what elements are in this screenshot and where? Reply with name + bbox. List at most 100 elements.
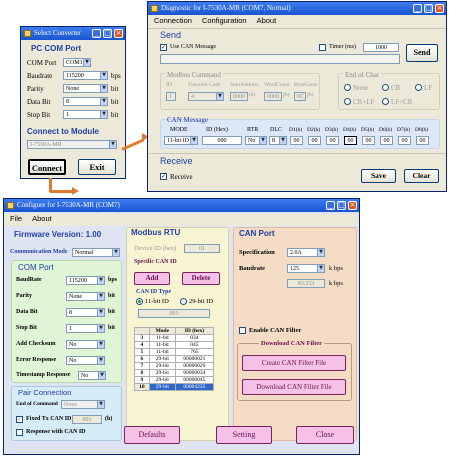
custom-baudrate-unit: k bps (329, 280, 343, 287)
timestamp-response-select[interactable]: No ▼ (78, 371, 106, 380)
modbus-start-hex: (h) (249, 92, 256, 98)
can-d5-input[interactable]: 00 (362, 136, 375, 145)
cfg-data-bit-select[interactable]: 8 ▼ (66, 308, 105, 317)
menu-configuration[interactable]: Configuration (202, 16, 247, 25)
diagnostic-window: Diagnostic for I-7530A-MR (COM7, Normal)… (147, 1, 447, 192)
minimize-icon[interactable]: _ (92, 29, 101, 38)
can-id-table[interactable]: Mode ID (hex) 3 11-bit 034 4 11-bit 045 5 11-… (134, 327, 215, 391)
cfg-stop-bit-select[interactable]: 1 ▼ (66, 324, 105, 333)
mode-header: Mode (148, 327, 176, 335)
chevron-down-icon: ▼ (190, 137, 197, 144)
can-d4-input[interactable]: 00 (344, 136, 357, 145)
eoc-lf-radio (415, 84, 422, 91)
row-number-header (134, 327, 150, 335)
save-button[interactable]: Save (361, 169, 396, 183)
maximize-icon[interactable]: □ (103, 29, 112, 38)
error-response-select[interactable]: No ▼ (66, 356, 105, 365)
defaults-button[interactable]: Defaults (124, 426, 180, 444)
baudrate-unit: bps (111, 72, 121, 80)
table-row[interactable]: 5 11-bit 765 (134, 348, 215, 356)
minimize-icon[interactable]: _ (326, 201, 335, 210)
modbus-wc-input: 0000 (264, 92, 282, 101)
table-row[interactable]: 8 29-bit 00000034 (134, 369, 215, 377)
send-button[interactable]: Send (406, 44, 438, 62)
clear-button[interactable]: Clear (404, 169, 439, 183)
enable-can-filter-checkbox[interactable] (239, 327, 246, 334)
modbus-wc-header: WordCount (264, 82, 290, 88)
connect-button[interactable]: Connect (28, 159, 66, 175)
maximize-icon[interactable]: □ (424, 4, 433, 13)
close-button[interactable]: Close (296, 426, 354, 444)
modbus-fc-select: 4 ▼ (188, 92, 224, 101)
create-can-filter-file-button[interactable]: Create CAN Filter File (242, 355, 346, 371)
use-can-message-checkbox[interactable]: ✓ (160, 44, 167, 51)
can-d6-input[interactable]: 00 (380, 136, 393, 145)
close-icon[interactable]: × (435, 4, 444, 13)
module-select[interactable]: I-7530A-MR ▼ (27, 140, 117, 149)
cfg-baudrate-select[interactable]: 115200 ▼ (66, 276, 105, 285)
cfg-parity-select[interactable]: None ▼ (66, 292, 105, 301)
add-button[interactable]: Add (134, 272, 170, 285)
chevron-down-icon: ▼ (97, 341, 104, 348)
29-bit-id-radio[interactable] (180, 298, 187, 305)
data-bit-unit: bit (111, 98, 119, 106)
menu-connection[interactable]: Connection (154, 16, 192, 25)
stop-bit-label: Stop Bit (27, 111, 51, 119)
can-d5-header: D5(h) (361, 127, 375, 133)
add-checksum-label: Add Checksum (16, 341, 56, 347)
data-bit-select[interactable]: 8 ▼ (63, 97, 108, 106)
menu-about[interactable]: About (32, 214, 52, 223)
close-icon[interactable]: × (348, 201, 357, 210)
table-row[interactable]: 4 11-bit 045 (134, 341, 215, 349)
stop-bit-select[interactable]: 1 ▼ (63, 110, 108, 119)
com-port-select[interactable]: COM1 ▼ (63, 58, 91, 67)
can-d2-input[interactable]: 00 (308, 136, 321, 145)
can-d3-header: D3(h) (325, 127, 339, 133)
communication-mode-label: Communication Mode (10, 249, 68, 255)
can-port-group (233, 227, 357, 441)
delete-button[interactable]: Delete (182, 272, 220, 285)
can-dlc-header: DLC (270, 127, 282, 133)
can-rtr-select[interactable]: No ▼ (245, 136, 267, 145)
11-bit-id-radio[interactable] (136, 298, 143, 305)
stop-bit-unit: bit (111, 111, 119, 119)
specific-can-id-title: Specific CAN ID (134, 259, 177, 265)
row-number: 3 (134, 334, 150, 342)
timer-checkbox[interactable] (319, 44, 326, 51)
table-row[interactable]: 7 29-bit 00000029 (134, 362, 215, 370)
can-d3-input[interactable]: 00 (326, 136, 339, 145)
table-row[interactable]: 6 29-bit 00000021 (134, 355, 215, 363)
can-d7-input[interactable]: 00 (398, 136, 411, 145)
specification-select[interactable]: 2.0A ▼ (287, 248, 325, 257)
use-can-message-label: Use CAN Message (170, 44, 216, 50)
app-icon (7, 202, 14, 209)
can-dlc-select[interactable]: 8 ▼ (269, 136, 287, 145)
table-row[interactable]: 9 29-bit 00000045 (134, 376, 215, 384)
row-mode: 29-bit (148, 355, 176, 363)
menu-file[interactable]: File (10, 214, 22, 223)
close-icon[interactable]: × (114, 29, 123, 38)
baudrate-select[interactable]: 115200 ▼ (63, 71, 108, 80)
minimize-icon[interactable]: _ (413, 4, 422, 13)
table-row-selected[interactable]: 10 29-bit 00004235 (134, 383, 215, 391)
download-can-filter-file-button[interactable]: Download CAN Filter File (242, 379, 346, 395)
parity-select[interactable]: None ▼ (63, 84, 108, 93)
connect-module-heading: Connect to Module (27, 127, 99, 136)
maximize-icon[interactable]: □ (337, 201, 346, 210)
exit-button[interactable]: Exit (78, 159, 116, 175)
send-string-input[interactable] (160, 54, 400, 64)
table-row[interactable]: 3 11-bit 034 (134, 334, 215, 342)
can-d8-input[interactable]: 00 (416, 136, 429, 145)
menu-about[interactable]: About (257, 16, 277, 25)
can-id-input[interactable]: 000 (202, 136, 242, 145)
communication-mode-select[interactable]: Normal ▼ (72, 248, 120, 257)
chevron-down-icon: ▼ (97, 309, 104, 316)
timer-input[interactable]: 1000 (363, 43, 399, 52)
chevron-down-icon: ▼ (100, 111, 107, 118)
setting-button[interactable]: Setting (216, 426, 272, 444)
receive-checkbox[interactable]: ✓ (160, 173, 167, 180)
add-checksum-select[interactable]: No ▼ (66, 340, 105, 349)
can-mode-select[interactable]: 11-bit ID ▼ (164, 136, 198, 145)
can-baudrate-select[interactable]: 125 ▼ (287, 264, 325, 273)
can-d1-input[interactable]: 00 (290, 136, 303, 145)
